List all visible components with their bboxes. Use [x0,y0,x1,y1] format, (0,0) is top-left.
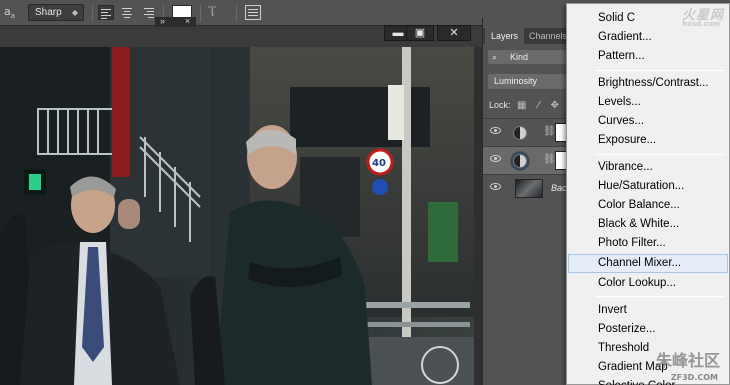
blend-mode-value: Luminosity [494,76,538,86]
align-left-button[interactable] [98,5,114,20]
link-chain-icon[interactable]: ⛓ [543,126,556,137]
street-photo-image: 40 [0,47,474,385]
menu-item-photo-filter[interactable]: Photo Filter... [568,234,728,253]
search-icon: ⌕ [492,52,498,62]
adjustment-layer-menu: Solid C Gradient... Pattern... Brightnes… [566,3,730,385]
menu-item-vibrance[interactable]: Vibrance... [568,158,728,177]
background-layer-name: Bac [551,183,567,193]
svg-text:40: 40 [372,158,386,169]
background-layer-thumbnail [515,179,543,198]
anti-alias-icon: aa [4,5,16,21]
close-icon[interactable]: × [185,16,190,26]
divider [200,4,201,22]
chevron-down-icon: ◆ [71,8,78,17]
visibility-eye-icon[interactable] [490,183,501,190]
menu-item-pattern[interactable]: Pattern... [568,47,728,66]
close-button[interactable]: ✕ [437,25,471,41]
menu-item-posterize[interactable]: Posterize... [568,320,728,339]
link-chain-icon[interactable]: ⛓ [543,154,556,165]
character-panel-toggle-icon[interactable] [245,5,261,20]
menu-separator [595,296,725,297]
divider [92,4,93,22]
canvas-photo[interactable]: 40 [0,47,474,385]
adjustment-layer-icon [513,126,527,140]
anti-alias-select[interactable]: Sharp ◆ [28,4,84,21]
watermark-bottom-sub: ZF3D.COM [670,373,718,382]
lock-options-icons[interactable]: ▦ ⁄ ✥ [517,100,563,111]
maximize-button[interactable]: ▣ [406,25,434,41]
menu-separator [595,70,725,71]
menu-item-levels[interactable]: Levels... [568,93,728,112]
warp-text-icon[interactable]: Ⲧ [208,3,222,21]
align-right-button[interactable] [140,5,156,20]
divider [236,4,237,22]
menu-item-brightness-contrast[interactable]: Brightness/Contrast... [568,74,728,93]
tab-layers[interactable]: Layers [485,28,525,44]
menu-item-invert[interactable]: Invert [568,301,728,320]
adjustment-layer-icon [513,154,527,168]
menu-separator [595,154,725,155]
visibility-eye-icon[interactable] [490,155,501,162]
layer-filter-kind-select[interactable]: ⌕ Kind [488,50,566,64]
visibility-eye-icon[interactable] [490,127,501,134]
layer-filter-kind-value: Kind [510,52,529,62]
collapse-icon[interactable]: » [160,16,165,26]
anti-alias-value: Sharp [35,7,62,18]
menu-item-black-white[interactable]: Black & White... [568,215,728,234]
menu-item-color-lookup[interactable]: Color Lookup... [568,274,728,293]
menu-item-curves[interactable]: Curves... [568,112,728,131]
menu-item-channel-mixer[interactable]: Channel Mixer... [568,254,728,273]
menu-item-hue-saturation[interactable]: Hue/Saturation... [568,177,728,196]
lock-label: Lock: [489,100,511,110]
watermark-bottom: 朱峰社区 [655,351,720,370]
menu-item-color-balance[interactable]: Color Balance... [568,196,728,215]
align-center-button[interactable] [119,5,135,20]
blend-mode-select[interactable]: Luminosity [488,74,566,89]
menu-item-exposure[interactable]: Exposure... [568,131,728,150]
menu-item-gradient[interactable]: Gradient... [568,28,728,47]
canvas-vertical-scrollbar[interactable] [474,47,482,385]
watermark-top-sub: hxsd.com [682,20,720,28]
